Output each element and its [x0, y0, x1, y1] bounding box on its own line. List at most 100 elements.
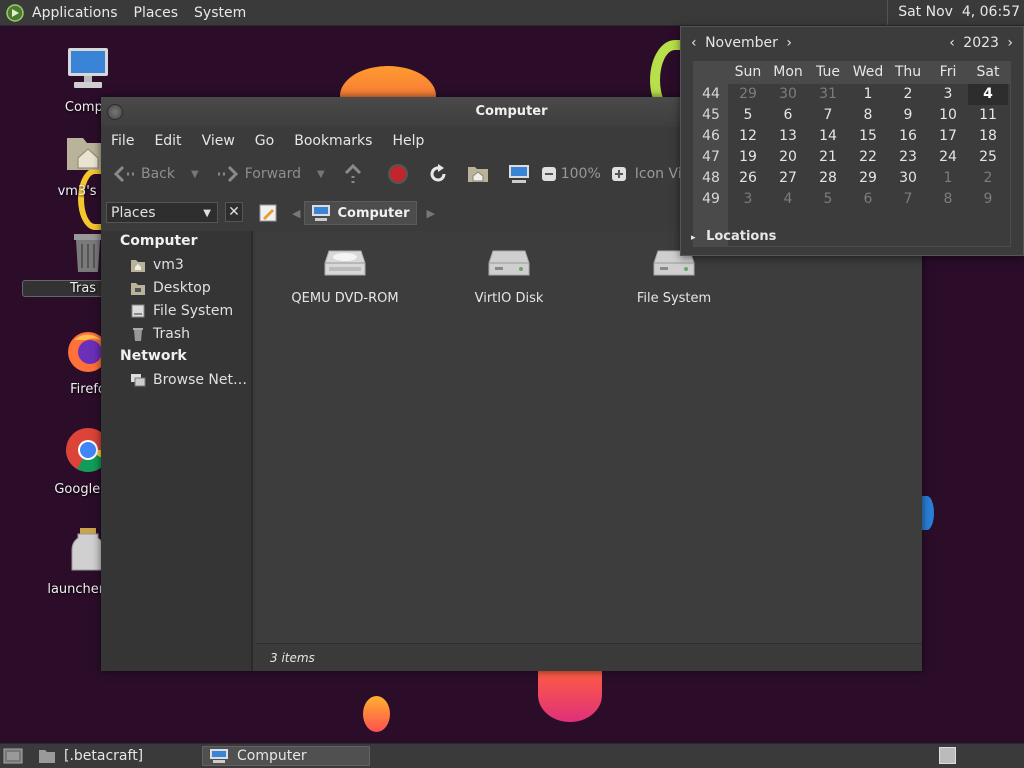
taskbar-item-betacraft[interactable]: [.betacraft]	[38, 746, 198, 766]
calendar-day[interactable]: 6	[848, 189, 888, 210]
calendar-day[interactable]: 3	[928, 84, 968, 105]
distro-logo-icon[interactable]	[6, 3, 24, 22]
prev-month-icon[interactable]: ‹	[691, 35, 697, 51]
calendar-day[interactable]: 4	[968, 84, 1008, 105]
calendar-day[interactable]: 1	[848, 84, 888, 105]
locations-expander[interactable]: ▸ Locations	[691, 229, 776, 244]
menu-go[interactable]: Go	[249, 133, 280, 149]
back-history-dropdown-icon[interactable]: ▼	[191, 169, 199, 180]
clock[interactable]: Sat Nov 4, 06:57	[887, 0, 1024, 25]
close-side-pane-button[interactable]: ✕	[225, 202, 243, 222]
calendar-day[interactable]: 8	[928, 189, 968, 210]
calendar-day[interactable]: 6	[768, 105, 808, 126]
calendar-day[interactable]: 20	[768, 147, 808, 168]
show-desktop-icon[interactable]	[3, 747, 23, 765]
calendar-day[interactable]: 4	[768, 189, 808, 210]
calendar-day[interactable]: 5	[728, 105, 768, 126]
calendar-day[interactable]: 28	[808, 168, 848, 189]
calendar-day[interactable]: 12	[728, 126, 768, 147]
calendar-day[interactable]: 5	[808, 189, 848, 210]
menu-bookmarks[interactable]: Bookmarks	[288, 133, 378, 149]
menu-view[interactable]: View	[196, 133, 241, 149]
calendar-day[interactable]: 26	[728, 168, 768, 189]
back-label: Back	[141, 166, 175, 182]
menu-file[interactable]: File	[105, 133, 140, 149]
forward-button[interactable]: Forward ▼	[217, 164, 325, 184]
applications-menu[interactable]: Applications	[24, 5, 126, 21]
calendar-day[interactable]: 21	[808, 147, 848, 168]
week-number: 45	[702, 107, 720, 123]
calendar-day[interactable]: 2	[968, 168, 1008, 189]
calendar-day[interactable]: 18	[968, 126, 1008, 147]
taskbar-item-computer[interactable]: Computer	[202, 746, 370, 766]
calendar-day[interactable]: 11	[968, 105, 1008, 126]
calendar-day[interactable]: 16	[888, 126, 928, 147]
prev-year-icon[interactable]: ‹	[949, 35, 955, 51]
workspace-switcher[interactable]	[939, 747, 956, 764]
weekday-header-wed: Wed	[852, 64, 884, 80]
calendar-day[interactable]: 25	[968, 147, 1008, 168]
calendar-day[interactable]: 27	[768, 168, 808, 189]
calendar-day[interactable]: 29	[848, 168, 888, 189]
month-label: November	[705, 35, 778, 51]
sidebar-item-trash[interactable]: Trash	[101, 322, 251, 345]
calendar-day[interactable]: 8	[848, 105, 888, 126]
weekday-header-thu: Thu	[894, 64, 922, 80]
calendar-day[interactable]: 30	[888, 168, 928, 189]
calendar-day[interactable]: 9	[968, 189, 1008, 210]
computer-icon	[68, 48, 108, 88]
path-right-arrow-icon[interactable]: ▶	[427, 207, 435, 220]
sidebar-item-vm3[interactable]: vm3	[101, 253, 251, 276]
forward-label: Forward	[244, 166, 302, 182]
calendar-day[interactable]: 29	[728, 84, 768, 105]
file-item-virtio-disk[interactable]: VirtIO Disk	[439, 247, 579, 306]
edit-location-icon[interactable]	[258, 203, 278, 223]
calendar-popup: ‹ November › ‹ 2023 › Sun Mon Tue Wed Thu Fri…	[680, 26, 1024, 256]
calendar-day[interactable]: 30	[768, 84, 808, 105]
calendar-day[interactable]: 15	[848, 126, 888, 147]
sidebar-item-desktop[interactable]: Desktop	[101, 276, 251, 299]
calendar-day[interactable]: 24	[928, 147, 968, 168]
calendar-day[interactable]: 3	[728, 189, 768, 210]
computer-icon	[210, 749, 228, 763]
computer-button[interactable]	[507, 163, 537, 185]
window-menu-button[interactable]	[107, 104, 123, 120]
year-label: 2023	[963, 35, 999, 51]
up-button[interactable]	[343, 163, 369, 185]
calendar-day[interactable]: 10	[928, 105, 968, 126]
calendar-day[interactable]: 1	[928, 168, 968, 189]
calendar-day[interactable]: 22	[848, 147, 888, 168]
side-pane-selector[interactable]: Places ▼	[106, 202, 218, 223]
calendar-day[interactable]: 17	[928, 126, 968, 147]
breadcrumb-computer[interactable]: Computer	[304, 201, 417, 225]
sidebar-item-browse-network[interactable]: Browse Net…	[101, 368, 251, 391]
menu-help[interactable]: Help	[386, 133, 430, 149]
sidebar-item-file-system[interactable]: File System	[101, 299, 251, 322]
zoom-out-button[interactable]	[541, 166, 563, 182]
next-year-icon[interactable]: ›	[1007, 35, 1013, 51]
back-button[interactable]: Back ▼	[113, 164, 199, 184]
icon-view[interactable]: QEMU DVD-ROM VirtIO Disk File System	[256, 231, 922, 643]
zoom-in-button[interactable]	[611, 166, 633, 182]
forward-history-dropdown-icon[interactable]: ▼	[317, 169, 325, 180]
home-folder-icon	[467, 167, 488, 182]
calendar-day[interactable]: 7	[888, 189, 928, 210]
calendar-day[interactable]: 31	[808, 84, 848, 105]
calendar-day[interactable]: 13	[768, 126, 808, 147]
stop-button[interactable]	[387, 163, 415, 185]
calendar-day[interactable]: 14	[808, 126, 848, 147]
calendar-day[interactable]: 2	[888, 84, 928, 105]
places-menu[interactable]: Places	[126, 5, 187, 21]
calendar-day[interactable]: 19	[728, 147, 768, 168]
menu-edit[interactable]: Edit	[148, 133, 187, 149]
calendar-day[interactable]: 23	[888, 147, 928, 168]
system-menu[interactable]: System	[186, 5, 254, 21]
home-button[interactable]	[467, 164, 495, 184]
next-month-icon[interactable]: ›	[786, 35, 792, 51]
reload-button[interactable]	[427, 163, 455, 185]
file-item-dvd-rom[interactable]: QEMU DVD-ROM	[275, 247, 415, 306]
calendar-day[interactable]: 9	[888, 105, 928, 126]
path-left-arrow-icon[interactable]: ◀	[292, 207, 300, 220]
taskbar-item-label: [.betacraft]	[64, 748, 144, 764]
calendar-day[interactable]: 7	[808, 105, 848, 126]
